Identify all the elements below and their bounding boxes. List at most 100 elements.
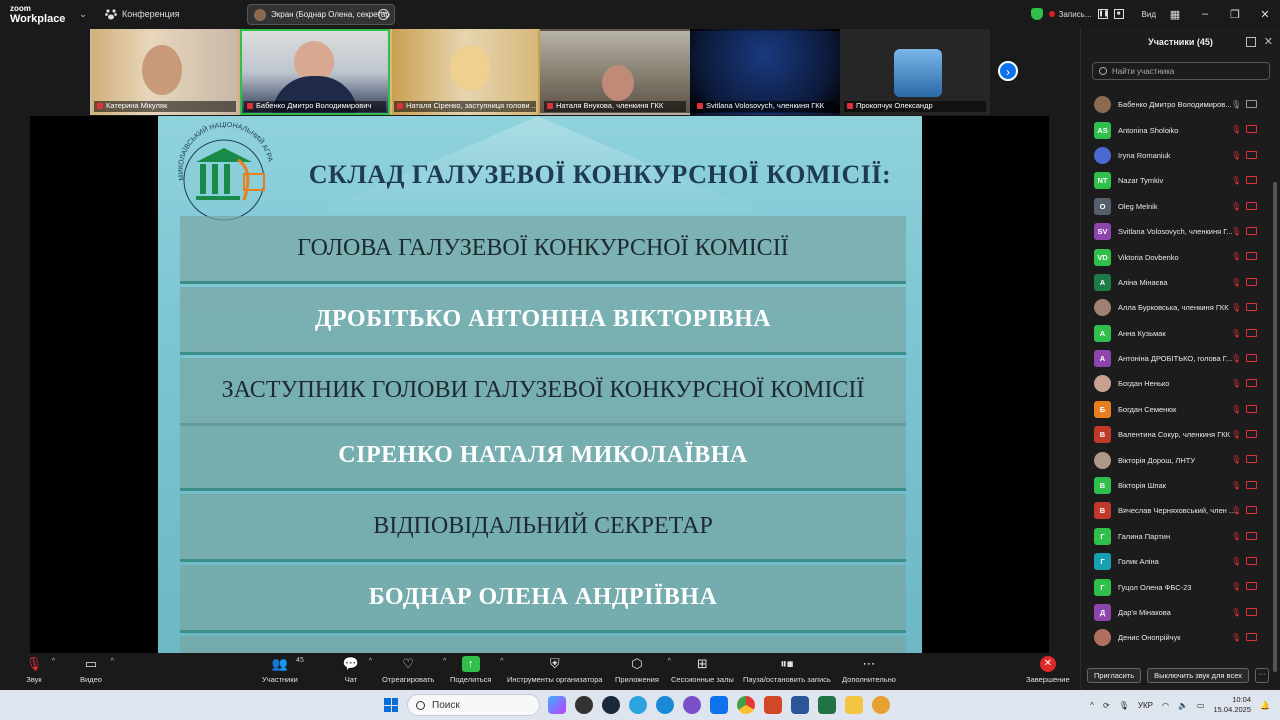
- participant-item[interactable]: А Антоніна ДРОБІТЬКО, голова Г... 🎙: [1081, 346, 1271, 371]
- camera-off-icon[interactable]: [1246, 125, 1257, 134]
- participant-item[interactable]: SV Svitlana Volosovych, членкиня Г... 🎙: [1081, 219, 1271, 244]
- muted-microphone-icon[interactable]: 🎙: [1231, 202, 1241, 212]
- browser-icon[interactable]: [872, 696, 890, 714]
- show-hidden-icons-icon[interactable]: ^: [1090, 701, 1094, 710]
- muted-microphone-icon[interactable]: 🎙: [1231, 430, 1241, 440]
- minimize-icon[interactable]: –: [1190, 8, 1220, 20]
- muted-microphone-icon[interactable]: 🎙: [1231, 252, 1241, 262]
- participant-item[interactable]: В Валентина Сокур, членкиня ГКК 🎙: [1081, 422, 1271, 447]
- camera-off-icon[interactable]: [1246, 150, 1257, 159]
- video-tile[interactable]: Наталя Сіренко, заступниця голови ...: [390, 29, 540, 115]
- participant-item[interactable]: Алла Бурковська, членкиня ГКК 🎙: [1081, 295, 1271, 320]
- stop-recording-icon[interactable]: ■: [1113, 9, 1124, 19]
- popout-icon[interactable]: [1246, 37, 1256, 47]
- more-button[interactable]: ⋯ Дополнительно: [842, 656, 896, 684]
- participant-item[interactable]: В Вікторія Шпак 🎙: [1081, 473, 1271, 498]
- wifi-icon[interactable]: ◠: [1162, 701, 1169, 710]
- camera-off-icon[interactable]: [1246, 201, 1257, 210]
- screen-share-indicator[interactable]: Экран (Боднар Олена, секретар •••: [247, 4, 395, 25]
- muted-microphone-icon[interactable]: 🎙: [1231, 506, 1241, 516]
- camera-off-icon[interactable]: [1246, 607, 1257, 616]
- view-grid-icon[interactable]: ▦: [1160, 8, 1190, 21]
- audio-button[interactable]: 🎙 Звук ^: [25, 656, 55, 684]
- share-caret-icon[interactable]: ^: [500, 658, 503, 665]
- invite-button[interactable]: Пригласить: [1087, 667, 1142, 683]
- notification-icon[interactable]: 🔔: [1260, 701, 1270, 710]
- camera-off-icon[interactable]: [1246, 328, 1257, 337]
- chevron-down-icon[interactable]: ⌄: [76, 9, 90, 20]
- camera-off-icon[interactable]: [1246, 252, 1257, 261]
- camera-off-icon[interactable]: [1246, 531, 1257, 540]
- record-control-button[interactable]: ⏸⏹ Пауза/остановить запись: [743, 656, 831, 684]
- participant-item[interactable]: NT Nazar Tymkiv 🎙: [1081, 168, 1271, 193]
- video-tile[interactable]: Катерина Мікуляк: [90, 29, 240, 115]
- windows-start-icon[interactable]: [384, 698, 398, 712]
- participants-button[interactable]: 👥 Участники 45: [262, 656, 304, 684]
- muted-microphone-icon[interactable]: 🎙: [1231, 329, 1241, 339]
- muted-microphone-icon[interactable]: 🎙: [1231, 227, 1241, 237]
- viber-icon[interactable]: [683, 696, 701, 714]
- app-icon[interactable]: [575, 696, 593, 714]
- camera-off-icon[interactable]: [1246, 226, 1257, 235]
- video-tile[interactable]: Прокопчук Олександр: [840, 29, 990, 115]
- file-explorer-icon[interactable]: [845, 696, 863, 714]
- excel-icon[interactable]: [818, 696, 836, 714]
- participant-item[interactable]: Iryna Romaniuk 🎙: [1081, 143, 1271, 168]
- muted-microphone-icon[interactable]: 🎙: [1231, 608, 1241, 618]
- zoom-icon[interactable]: [710, 696, 728, 714]
- muted-microphone-icon[interactable]: 🎙: [1231, 405, 1241, 415]
- muted-microphone-icon[interactable]: 🎙: [1231, 455, 1241, 465]
- language-indicator[interactable]: УКР: [1138, 701, 1153, 710]
- microphone-icon[interactable]: 🎙: [1231, 100, 1241, 110]
- video-tile-active-speaker[interactable]: Бабенко Дмитро Володимирович: [240, 29, 390, 115]
- participant-item[interactable]: O Oleg Melnik 🎙: [1081, 194, 1271, 219]
- participant-item[interactable]: А Аліна Мінаєва 🎙: [1081, 270, 1271, 295]
- muted-microphone-icon[interactable]: 🎙: [1231, 557, 1241, 567]
- sync-icon[interactable]: ⟳: [1103, 701, 1110, 710]
- audio-options-caret-icon[interactable]: ^: [52, 658, 55, 665]
- camera-off-icon[interactable]: [1246, 506, 1257, 515]
- share-screen-button[interactable]: ↑ Поделиться ^: [450, 656, 503, 684]
- gallery-next-button[interactable]: ›: [998, 61, 1018, 81]
- copilot-icon[interactable]: [548, 696, 566, 714]
- muted-microphone-icon[interactable]: 🎙: [1231, 125, 1241, 135]
- camera-off-icon[interactable]: [1246, 404, 1257, 413]
- security-shield-icon[interactable]: [1030, 8, 1043, 20]
- video-tile[interactable]: Svitlana Volosovych, членкиня ГКК: [690, 29, 840, 115]
- react-button[interactable]: ♡ Отреагировать ^: [382, 656, 446, 684]
- maximize-icon[interactable]: ❐: [1220, 8, 1250, 21]
- camera-off-icon[interactable]: [1246, 557, 1257, 566]
- participant-search-input[interactable]: Найти участника: [1092, 62, 1270, 80]
- participant-item[interactable]: Бабенко Дмитро Володимиров... 🎙: [1081, 92, 1271, 117]
- telegram-icon[interactable]: [629, 696, 647, 714]
- steam-icon[interactable]: [602, 696, 620, 714]
- muted-microphone-icon[interactable]: 🎙: [1231, 151, 1241, 161]
- participant-item[interactable]: А Анна Кузьмак 🎙: [1081, 321, 1271, 346]
- camera-off-icon[interactable]: [1246, 176, 1257, 185]
- participant-item[interactable]: Д Дар'я Мінакова 🎙: [1081, 600, 1271, 625]
- muted-microphone-icon[interactable]: 🎙: [1231, 278, 1241, 288]
- meeting-info-button[interactable]: Конференция: [104, 7, 180, 21]
- camera-off-icon[interactable]: [1246, 353, 1257, 362]
- taskbar-search-box[interactable]: Поиск: [407, 694, 540, 716]
- muted-microphone-icon[interactable]: 🎙: [1231, 633, 1241, 643]
- participant-item[interactable]: Г Галина Партин 🎙: [1081, 524, 1271, 549]
- mute-all-button[interactable]: Выключить звук для всех: [1147, 667, 1249, 683]
- participant-item[interactable]: В Вячеслав Черняховський, член ... 🎙: [1081, 498, 1271, 523]
- participant-item[interactable]: VD Viktoria Dovbenko 🎙: [1081, 244, 1271, 269]
- chat-button[interactable]: 💬 Чат ^: [342, 656, 372, 684]
- host-tools-button[interactable]: ⛨ Инструменты организатора: [507, 656, 603, 684]
- pause-recording-icon[interactable]: ❚❚: [1097, 9, 1109, 19]
- camera-off-icon[interactable]: [1246, 455, 1257, 464]
- clock[interactable]: 10:04 15.04.2025: [1213, 695, 1251, 715]
- video-tile[interactable]: Наталя Внукова, членкиня ГКК: [540, 29, 690, 115]
- battery-icon[interactable]: ▭: [1197, 701, 1205, 710]
- participant-item[interactable]: Б Богдан Семенюк 🎙: [1081, 397, 1271, 422]
- camera-off-icon[interactable]: [1246, 277, 1257, 286]
- chat-caret-icon[interactable]: ^: [369, 658, 372, 665]
- camera-off-icon[interactable]: [1246, 379, 1257, 388]
- muted-microphone-icon[interactable]: 🎙: [1231, 303, 1241, 313]
- muted-microphone-icon[interactable]: 🎙: [1231, 379, 1241, 389]
- video-button[interactable]: ▭ Видео ^: [80, 656, 114, 684]
- muted-microphone-icon[interactable]: 🎙: [1231, 582, 1241, 592]
